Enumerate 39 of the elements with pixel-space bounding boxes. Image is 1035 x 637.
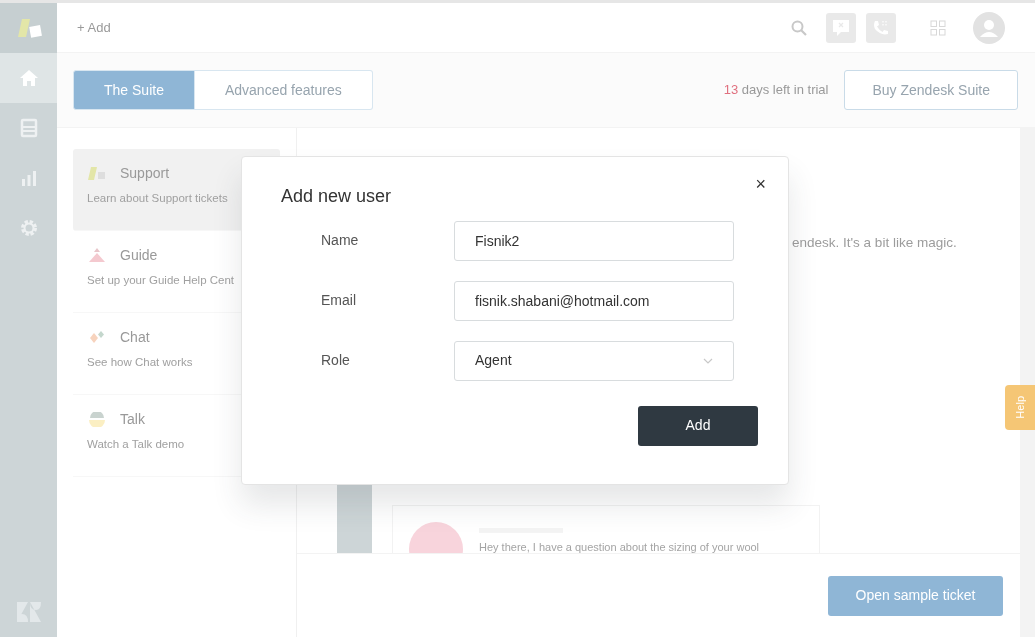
open-ticket-button[interactable]: Open sample ticket xyxy=(828,575,1003,616)
tray-icon[interactable] xyxy=(18,118,39,138)
input-field[interactable]: fisnik.shabani@hotmail.com xyxy=(454,280,734,321)
close-button[interactable]: × xyxy=(751,175,770,193)
field-label: Name xyxy=(320,231,360,251)
role-dropdown[interactable]: Agent xyxy=(454,340,734,381)
logo-icon xyxy=(15,17,42,39)
product-description: Learn about Support tickets xyxy=(87,191,229,206)
trial-notice: 13 days left in trial xyxy=(723,81,829,100)
tab[interactable]: Advanced features xyxy=(194,70,373,110)
tab[interactable]: The Suite xyxy=(73,70,195,110)
grid-icon[interactable] xyxy=(930,19,946,36)
message-preview: Hey there, I have a question about the sizing of your wool xyxy=(479,542,760,553)
help-tab[interactable]: Help xyxy=(1005,385,1035,430)
product-description: Set up your Guide Help Cent xyxy=(87,273,236,288)
intro-text: endesk. It's a bit like magic. xyxy=(792,234,958,252)
field-label: Email xyxy=(320,291,357,311)
product-description: Watch a Talk demo xyxy=(87,437,186,452)
guide-product-icon xyxy=(87,248,107,263)
buy-button[interactable]: Buy Zendesk Suite xyxy=(844,70,1018,110)
settings-icon[interactable] xyxy=(18,218,39,238)
talk-product-icon xyxy=(87,412,107,427)
product-title: Support xyxy=(120,164,170,183)
product-title: Guide xyxy=(120,246,158,265)
product-title: Chat xyxy=(120,328,150,347)
timeline-bar xyxy=(337,485,372,553)
add-button[interactable]: Add xyxy=(638,405,758,446)
add-link[interactable]: + Add xyxy=(77,17,111,38)
support-product-icon xyxy=(87,166,107,181)
dialog-title: Add new user xyxy=(281,186,393,208)
product-title: Talk xyxy=(120,410,145,429)
chat-product-icon xyxy=(87,330,107,345)
product-description: See how Chat works xyxy=(87,355,194,370)
chevron-down-icon xyxy=(703,357,713,364)
field-label: Role xyxy=(320,351,351,371)
home-icon[interactable] xyxy=(18,68,39,88)
user-avatar-icon[interactable] xyxy=(973,11,1005,44)
search-icon[interactable] xyxy=(790,19,807,36)
input-field[interactable]: Fisnik2 xyxy=(454,220,734,261)
